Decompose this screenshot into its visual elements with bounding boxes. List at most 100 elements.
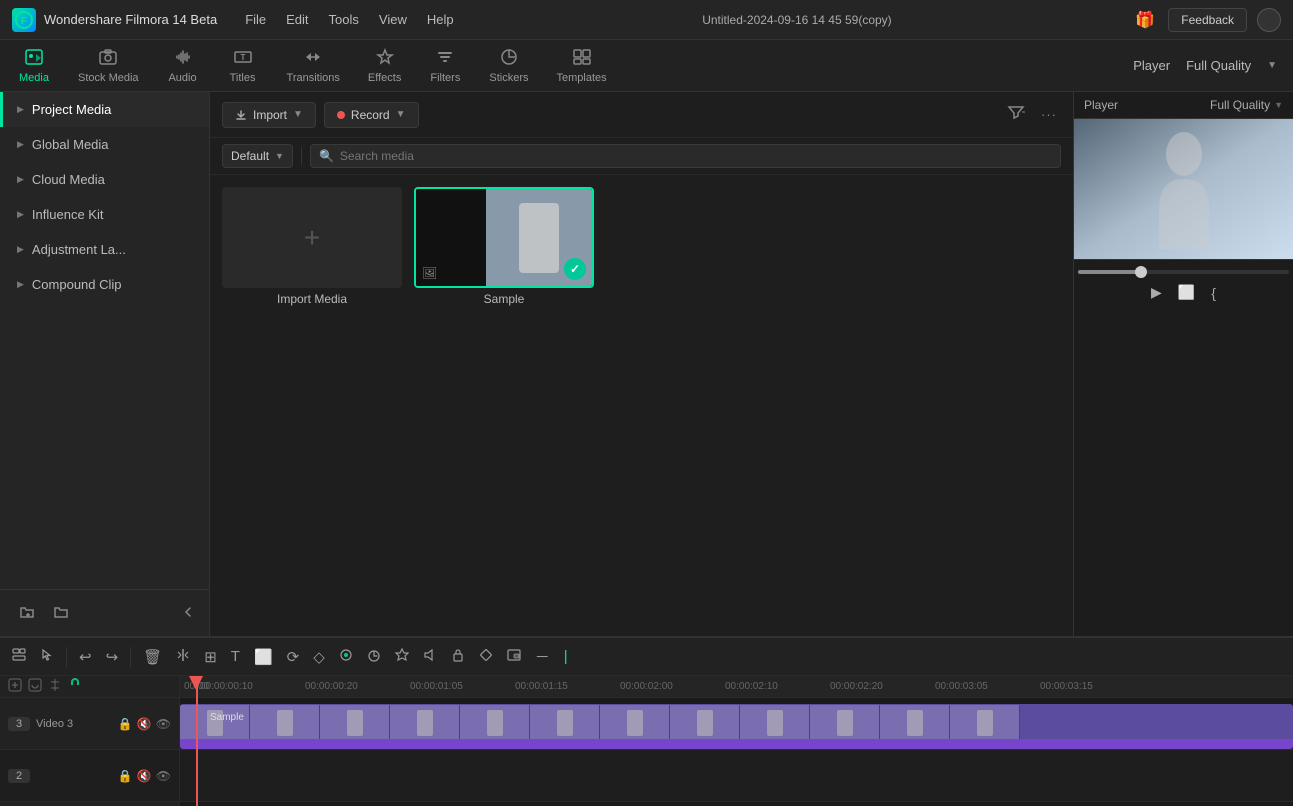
media-filter-row: Default ▼ 🔍	[210, 138, 1073, 175]
gift-icon[interactable]: 🎁	[1132, 7, 1158, 33]
more-options-button[interactable]: ···	[1037, 103, 1061, 126]
track-lock-icon[interactable]: 🔒	[118, 717, 133, 731]
tab-effects[interactable]: Effects	[354, 44, 415, 88]
tl-separator	[130, 647, 131, 667]
tl-transform[interactable]: ⬜	[250, 645, 277, 669]
search-input[interactable]	[340, 149, 1052, 163]
quality-label[interactable]: Full Quality	[1186, 58, 1251, 73]
mini-figure	[837, 710, 853, 736]
svg-text:T: T	[240, 53, 245, 62]
mini-figure	[487, 710, 503, 736]
sidebar-item-adjustment-layer[interactable]: ▶ Adjustment La...	[0, 232, 209, 267]
list-item[interactable]: + Import Media	[222, 187, 402, 306]
quality-dropdown-arrow[interactable]: ▼	[1267, 60, 1277, 71]
track-name-video3: Video 3	[36, 718, 73, 730]
tl-keyframe[interactable]	[475, 645, 497, 669]
tl-zoom-in[interactable]: |	[560, 645, 572, 668]
tl-zoom-out[interactable]: －	[531, 643, 554, 670]
tab-transitions[interactable]: Transitions	[273, 44, 354, 88]
tab-filters[interactable]: Filters	[415, 44, 475, 88]
tl-select-tool[interactable]	[8, 645, 30, 669]
tab-stickers[interactable]: Stickers	[475, 44, 542, 88]
tl-audio-mute[interactable]	[419, 645, 441, 669]
top-navigation: Media Stock Media Audio T Titles Transit…	[0, 40, 1293, 92]
tl-merge[interactable]	[335, 645, 357, 669]
track-eye-icon-2[interactable]: 👁	[156, 769, 171, 783]
mini-figure	[907, 710, 923, 736]
add-audio-track-button[interactable]	[28, 678, 42, 695]
account-button[interactable]	[1257, 8, 1281, 32]
selected-checkmark-icon: ✓	[564, 258, 586, 280]
quality-selector[interactable]: Full Quality ▼	[1210, 98, 1283, 112]
mini-figure	[347, 710, 363, 736]
tab-templates[interactable]: Templates	[542, 44, 620, 88]
tc-8: 00:00:03:05	[935, 681, 1040, 692]
sidebar-collapse-button[interactable]	[181, 605, 195, 622]
tl-text[interactable]: T	[227, 645, 244, 668]
tl-ai[interactable]	[391, 645, 413, 669]
tl-rotate[interactable]: ⟳	[283, 645, 304, 669]
sample-media-thumbnail[interactable]: 🖼 ✓	[414, 187, 594, 288]
tab-audio[interactable]: Audio	[153, 44, 213, 88]
video-clip[interactable]: Sample	[180, 704, 1293, 742]
sidebar-item-project-media[interactable]: ▶ Project Media	[0, 92, 209, 127]
tl-pointer-tool[interactable]	[36, 645, 58, 669]
import-media-label: Import Media	[277, 292, 347, 306]
split-audio-button[interactable]	[48, 678, 62, 695]
new-folder-button[interactable]	[48, 600, 74, 626]
magnet-snap-button[interactable]	[68, 678, 82, 695]
tab-media[interactable]: Media	[4, 44, 64, 88]
track-lock-icon-2[interactable]: 🔒	[118, 769, 133, 783]
tl-speed[interactable]	[363, 645, 385, 669]
mini-figure	[417, 710, 433, 736]
preview-top-bar: Player Full Quality ▼	[1074, 92, 1293, 119]
tl-lock[interactable]	[447, 645, 469, 669]
search-box: 🔍	[310, 144, 1061, 168]
stop-button[interactable]: ⬜	[1178, 284, 1195, 301]
feedback-button[interactable]: Feedback	[1168, 8, 1247, 32]
sidebar-item-influence-kit[interactable]: ▶ Influence Kit	[0, 197, 209, 232]
record-button[interactable]: Record ▼	[324, 102, 419, 128]
tc-3: 00:00:01:05	[410, 681, 515, 692]
track-mute-icon-2[interactable]: 🔇	[137, 769, 152, 783]
tl-crop[interactable]: ⊞	[200, 645, 221, 669]
effects-icon	[375, 48, 395, 69]
track-mute-icon[interactable]: 🔇	[137, 717, 152, 731]
tl-delete[interactable]: 🗑	[139, 645, 166, 669]
tab-titles-label: Titles	[230, 72, 256, 84]
add-folder-button[interactable]	[14, 600, 40, 626]
menu-view[interactable]: View	[371, 8, 415, 31]
import-button[interactable]: Import ▼	[222, 102, 316, 128]
sidebar-item-cloud-media[interactable]: ▶ Cloud Media	[0, 162, 209, 197]
sort-dropdown[interactable]: Default ▼	[222, 144, 293, 168]
list-item[interactable]: 🖼 ✓ Sample	[414, 187, 594, 306]
progress-thumb[interactable]	[1135, 266, 1147, 278]
templates-icon	[572, 48, 592, 69]
player-label[interactable]: Player	[1133, 58, 1170, 73]
track-label-video3: 3 Video 3 🔒 🔇 👁	[0, 698, 179, 750]
tab-audio-label: Audio	[168, 72, 196, 84]
sidebar-item-influence-kit-label: Influence Kit	[32, 207, 104, 222]
play-button[interactable]: ▶	[1151, 284, 1162, 301]
sidebar-item-global-media[interactable]: ▶ Global Media	[0, 127, 209, 162]
track-eye-icon[interactable]: 👁	[156, 717, 171, 731]
menu-file[interactable]: File	[237, 8, 274, 31]
tl-undo[interactable]: ↩	[75, 645, 96, 669]
menu-edit[interactable]: Edit	[278, 8, 316, 31]
filter-icon-button[interactable]	[1003, 100, 1029, 129]
tab-titles[interactable]: T Titles	[213, 44, 273, 88]
track-row-video2	[180, 750, 1293, 802]
tl-picture-in-picture[interactable]	[503, 645, 525, 669]
sidebar-item-compound-clip[interactable]: ▶ Compound Clip	[0, 267, 209, 302]
tab-stock-media[interactable]: Stock Media	[64, 44, 153, 88]
clip-frame-11	[880, 705, 950, 741]
add-track-button[interactable]	[8, 678, 22, 695]
menu-tools[interactable]: Tools	[321, 8, 367, 31]
tl-redo[interactable]: ↪	[102, 645, 123, 669]
menu-help[interactable]: Help	[419, 8, 462, 31]
tl-split[interactable]	[172, 645, 194, 669]
fullscreen-button[interactable]: {	[1211, 285, 1216, 301]
import-media-thumbnail[interactable]: +	[222, 187, 402, 288]
tl-color[interactable]: ◇	[309, 645, 329, 669]
preview-progress-bar[interactable]	[1078, 270, 1289, 274]
